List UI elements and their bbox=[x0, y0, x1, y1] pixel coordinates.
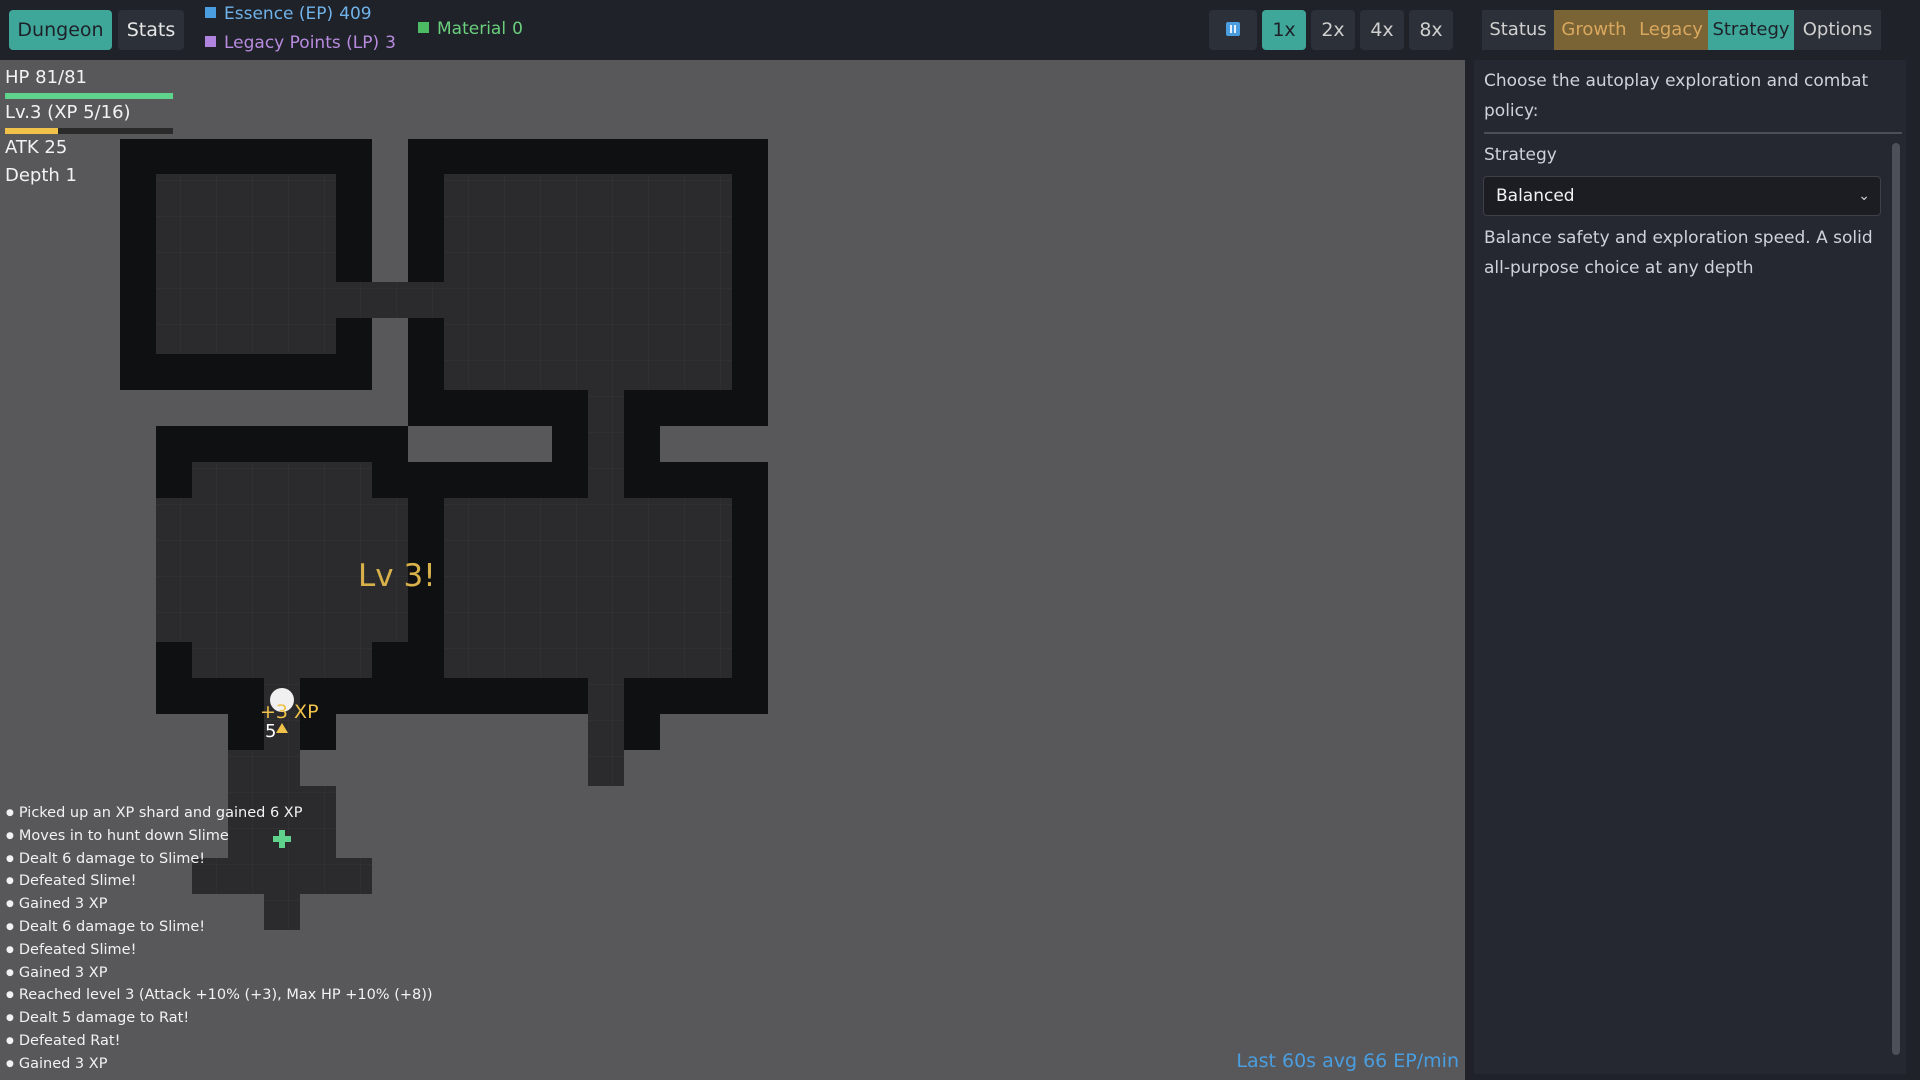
essence-value: 409 bbox=[339, 4, 372, 24]
room-bottom-left bbox=[192, 462, 372, 678]
essence-resource: Essence (EP) 409 bbox=[205, 4, 372, 24]
panel-divider bbox=[1484, 132, 1902, 134]
legacy-points-resource: Legacy Points (LP) 3 bbox=[205, 33, 396, 53]
speed-1x-button[interactable]: 1x bbox=[1262, 10, 1306, 50]
log-entry: Defeated Slime! bbox=[6, 870, 433, 893]
log-entry: Defeated Slime! bbox=[6, 939, 433, 962]
corridor-north-south bbox=[588, 390, 624, 498]
chevron-down-icon: ⌄ bbox=[1858, 188, 1870, 204]
legacy-points-value: 3 bbox=[385, 33, 396, 53]
tab-legacy[interactable]: Legacy bbox=[1634, 10, 1708, 50]
log-entry: Moves in to hunt down Slime bbox=[6, 825, 433, 848]
log-entry: Gained 3 XP bbox=[6, 893, 433, 916]
essence-swatch-icon bbox=[205, 7, 216, 18]
room-top-left bbox=[156, 174, 336, 354]
log-entry: Dealt 6 damage to Slime! bbox=[6, 848, 433, 871]
speed-4x-button[interactable]: 4x bbox=[1360, 10, 1404, 50]
essence-label: Essence (EP) bbox=[224, 4, 334, 24]
legacy-swatch-icon bbox=[205, 36, 216, 47]
hp-text: HP 81/81 bbox=[5, 67, 87, 88]
log-entry: Dealt 5 damage to Rat! bbox=[6, 1007, 433, 1030]
depth-text: Depth 1 bbox=[5, 165, 77, 186]
combat-log: Picked up an XP shard and gained 6 XP Mo… bbox=[6, 802, 433, 1076]
hp-bar bbox=[5, 93, 173, 99]
log-entry: Gained 3 XP bbox=[6, 962, 433, 985]
legacy-points-label: Legacy Points (LP) bbox=[224, 33, 380, 53]
level-up-popup: Lv 3! bbox=[358, 558, 436, 594]
room-bottom-left-edge bbox=[156, 498, 192, 642]
panel-scrollbar[interactable] bbox=[1892, 143, 1900, 1055]
ep-rate-text: Last 60s avg 66 EP/min bbox=[1236, 1050, 1459, 1072]
dungeon-tab-button[interactable]: Dungeon bbox=[9, 10, 112, 50]
strategy-help-text: Balance safety and exploration speed. A … bbox=[1484, 228, 1873, 278]
pause-button[interactable] bbox=[1209, 10, 1257, 50]
damage-number-popup: 5 bbox=[265, 721, 276, 742]
log-entry: Gained 3 XP bbox=[6, 1053, 433, 1076]
material-resource: Material 0 bbox=[418, 19, 523, 39]
speed-8x-button[interactable]: 8x bbox=[1409, 10, 1453, 50]
tab-options[interactable]: Options bbox=[1794, 10, 1881, 50]
log-entry: Reached level 3 (Attack +10% (+3), Max H… bbox=[6, 984, 433, 1007]
material-swatch-icon bbox=[418, 22, 429, 33]
material-value: 0 bbox=[512, 19, 523, 39]
tab-strategy[interactable]: Strategy bbox=[1708, 10, 1794, 50]
speed-2x-button[interactable]: 2x bbox=[1311, 10, 1355, 50]
attack-text: ATK 25 bbox=[5, 137, 68, 158]
corridor-south-1 bbox=[228, 750, 300, 786]
room-top-right bbox=[444, 174, 732, 390]
level-text: Lv.3 (XP 5/16) bbox=[5, 102, 131, 123]
xp-bar-fill bbox=[5, 128, 58, 134]
xp-bar bbox=[5, 128, 173, 134]
strategy-select-value: Balanced bbox=[1496, 186, 1575, 206]
corridor-top bbox=[336, 282, 444, 318]
tab-growth[interactable]: Growth bbox=[1554, 10, 1634, 50]
xp-gain-popup: +3 XP bbox=[260, 701, 319, 723]
strategy-label: Strategy bbox=[1484, 145, 1557, 165]
log-entry: Dealt 6 damage to Slime! bbox=[6, 916, 433, 939]
pause-icon bbox=[1226, 22, 1240, 36]
log-entry: Defeated Rat! bbox=[6, 1030, 433, 1053]
strategy-description: Choose the autoplay exploration and comb… bbox=[1484, 71, 1869, 121]
corridor-east bbox=[588, 678, 624, 786]
room-bottom-right bbox=[444, 498, 732, 678]
stats-tab-button[interactable]: Stats bbox=[118, 10, 184, 50]
strategy-select[interactable]: Balanced ⌄ bbox=[1483, 176, 1881, 216]
tab-status[interactable]: Status bbox=[1482, 10, 1554, 50]
hp-bar-fill bbox=[5, 93, 173, 99]
log-entry: Picked up an XP shard and gained 6 XP bbox=[6, 802, 433, 825]
material-label: Material bbox=[437, 19, 507, 39]
